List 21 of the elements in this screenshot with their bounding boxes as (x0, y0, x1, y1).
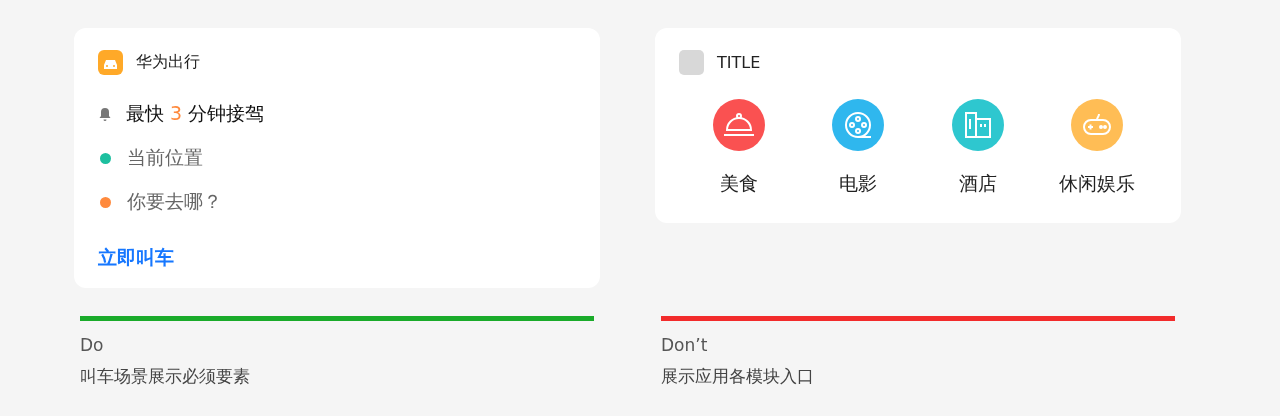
call-car-link[interactable]: 立即叫车 (98, 245, 174, 271)
bell-icon (98, 107, 112, 121)
app-name: 华为出行 (136, 52, 200, 73)
placeholder-icon (679, 50, 704, 75)
verdict-label: Don’t (661, 335, 709, 355)
verdict-label: Do (80, 335, 105, 355)
cloche-icon[interactable] (713, 99, 765, 151)
place-text: 你要去哪？ (127, 189, 222, 214)
entry-label[interactable]: 美食 (720, 171, 758, 197)
caption-text: 展示应用各模块入口 (661, 365, 815, 388)
caption-text: 叫车场景展示必须要素 (80, 365, 251, 388)
car-icon (98, 50, 123, 75)
building-icon[interactable] (951, 99, 1004, 151)
entry-label[interactable]: 休闲娱乐 (1059, 171, 1135, 197)
eta-text: 最快 3 分钟接驾 (126, 101, 265, 126)
gamepad-icon[interactable] (1071, 99, 1123, 151)
film-reel-icon[interactable] (832, 99, 885, 151)
place-text: 当前位置 (127, 145, 203, 170)
card-title: TITLE (717, 53, 761, 72)
entry-label[interactable]: 酒店 (958, 171, 997, 197)
entry-label[interactable]: 电影 (839, 171, 878, 197)
